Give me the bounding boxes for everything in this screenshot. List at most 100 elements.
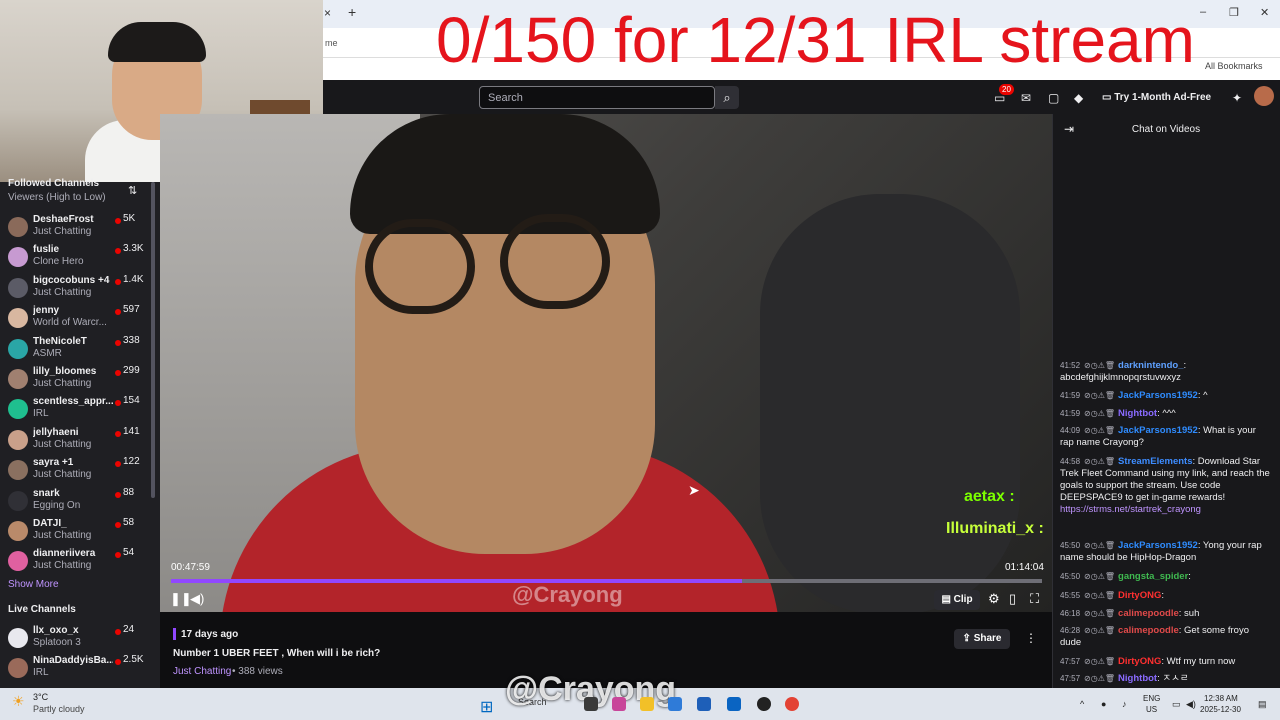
channel-item[interactable]: bigcocobuns +4 Just Chatting 1.4K <box>0 273 160 303</box>
chat-username[interactable]: gangsta_spider <box>1118 571 1188 582</box>
mod-actions-icon[interactable]: ⊘◷⚠🗑 <box>1084 657 1115 666</box>
chat-username[interactable]: calimepoodle <box>1118 625 1179 636</box>
weather-icon[interactable]: ☀ <box>12 693 25 710</box>
channel-item[interactable]: DATJI_ Just Chatting 58 <box>0 516 160 546</box>
whispers-icon[interactable]: ▢ <box>1048 91 1059 105</box>
speaker-icon[interactable]: ◀) <box>1186 699 1196 710</box>
chat-username[interactable]: DirtyONG <box>1118 656 1161 667</box>
obs-icon[interactable] <box>757 697 771 711</box>
store-icon[interactable] <box>697 697 711 711</box>
microphone-icon[interactable]: ♪ <box>1122 699 1127 709</box>
chat-username[interactable]: JackParsons1952 <box>1118 540 1198 551</box>
channel-item[interactable]: snark Egging On 88 <box>0 486 160 516</box>
more-options-icon[interactable]: ⋮ <box>1025 631 1037 645</box>
mod-actions-icon[interactable]: ⊘◷⚠🗑 <box>1084 457 1115 466</box>
file-explorer-icon[interactable] <box>640 697 654 711</box>
mod-actions-icon[interactable]: ⊘◷⚠🗑 <box>1084 391 1115 400</box>
clock-time[interactable]: 12:38 AM <box>1204 694 1238 703</box>
chat-username[interactable]: JackParsons1952 <box>1118 390 1198 401</box>
search-button[interactable]: ⌕ <box>715 86 739 109</box>
sidebar-scrollbar[interactable] <box>151 182 155 498</box>
all-bookmarks-link[interactable]: All Bookmarks <box>1205 61 1263 71</box>
channel-item[interactable]: NinaDaddyisBa... IRL 2.5K <box>0 653 160 683</box>
channel-item[interactable]: sayra +1 Just Chatting 122 <box>0 455 160 485</box>
new-tab-button[interactable]: + <box>348 4 356 20</box>
clip-button[interactable]: ▤ Clip <box>934 590 980 610</box>
settings-gear-icon[interactable]: ⚙ <box>988 591 1000 607</box>
search-input[interactable]: Search <box>479 86 715 109</box>
chat-username[interactable]: Nightbot <box>1118 673 1157 684</box>
window-minimize-button[interactable]: – <box>1200 6 1206 18</box>
channel-item[interactable]: lilly_bloomes Just Chatting 299 <box>0 364 160 394</box>
inbox-icon[interactable]: ✉ <box>1021 91 1031 105</box>
mod-actions-icon[interactable]: ⊘◷⚠🗑 <box>1084 541 1115 550</box>
pause-icon[interactable]: ❚❚ <box>170 591 192 607</box>
seek-progress <box>171 579 742 583</box>
channel-item[interactable]: jenny World of Warcr... 597 <box>0 303 160 333</box>
fullscreen-icon[interactable]: ⛶ <box>1030 591 1039 607</box>
share-label: Share <box>973 633 1002 644</box>
outlook-icon[interactable] <box>727 697 741 711</box>
channel-item[interactable]: jellyhaeni Just Chatting 141 <box>0 425 160 455</box>
window-close-button[interactable]: ✕ <box>1260 6 1269 19</box>
chrome-icon[interactable] <box>785 697 799 711</box>
mod-actions-icon[interactable]: ⊘◷⚠🗑 <box>1084 674 1115 683</box>
edge-icon[interactable] <box>668 697 682 711</box>
chat-username[interactable]: calimepoodle <box>1118 608 1179 619</box>
volume-icon[interactable]: ◀) <box>190 591 204 607</box>
channel-game: Splatoon 3 <box>33 637 81 648</box>
video-player[interactable]: aetax : Illuminati_x : ➤ <box>160 114 1052 612</box>
chat-link[interactable]: https://strms.net/startrek_crayong <box>1060 504 1201 515</box>
mod-actions-icon[interactable]: ⊘◷⚠🗑 <box>1084 361 1115 370</box>
channel-item[interactable]: dianneriivera Just Chatting 54 <box>0 546 160 576</box>
windows-start-icon[interactable]: ⊞ <box>480 697 493 717</box>
channel-item[interactable]: llx_oxo_x Splatoon 3 24 <box>0 623 160 653</box>
turbo-icon[interactable]: ✦ <box>1232 91 1242 105</box>
chat-username[interactable]: DirtyONG <box>1118 590 1161 601</box>
channel-game: Just Chatting <box>33 438 92 450</box>
window-restore-button[interactable]: ❐ <box>1229 6 1239 19</box>
tray-app-icon[interactable]: ● <box>1101 699 1106 709</box>
theatre-mode-icon[interactable]: ▯ <box>1009 591 1016 607</box>
channel-item[interactable]: scentless_appr... IRL 154 <box>0 394 160 424</box>
chat-username[interactable]: JackParsons1952 <box>1118 425 1198 436</box>
mod-actions-icon[interactable]: ⊘◷⚠🗑 <box>1084 409 1115 418</box>
share-button[interactable]: ⇪ Share <box>954 629 1010 649</box>
chat-username[interactable]: StreamElements <box>1118 456 1192 467</box>
mod-actions-icon[interactable]: ⊘◷⚠🗑 <box>1084 609 1115 618</box>
channel-game: Just Chatting <box>33 530 92 541</box>
copilot-icon[interactable] <box>612 697 626 711</box>
network-icon[interactable]: ▭ <box>1172 699 1181 710</box>
mod-actions-icon[interactable]: ⊘◷⚠🗑 <box>1084 591 1115 600</box>
channel-game: ASMR <box>33 347 62 359</box>
channel-item[interactable]: fuslie Clone Hero 3.3K <box>0 242 160 272</box>
tab-close-button[interactable]: × <box>324 6 331 20</box>
sort-icon[interactable]: ⇅ <box>128 184 137 197</box>
channel-viewers: 154 <box>123 395 140 407</box>
tray-chevron-icon[interactable]: ^ <box>1080 699 1084 709</box>
chat-username[interactable]: Nightbot <box>1118 408 1157 419</box>
taskview-icon[interactable] <box>584 697 598 711</box>
mod-actions-icon[interactable]: ⊘◷⚠🗑 <box>1084 572 1115 581</box>
clock-date[interactable]: 2025-12-30 <box>1200 705 1241 714</box>
user-avatar[interactable] <box>1254 86 1274 106</box>
notification-center-icon[interactable]: ▤ <box>1258 699 1267 710</box>
channel-viewers: 3.3K <box>123 243 144 255</box>
chat-username[interactable]: darknintendo_ <box>1118 360 1183 371</box>
channel-item[interactable]: DeshaeFrost Just Chatting 5K <box>0 212 160 242</box>
input-region[interactable]: US <box>1146 705 1157 714</box>
channel-name: fuslie <box>33 244 60 256</box>
live-dot <box>115 552 121 559</box>
channel-viewers: 1.4K <box>123 273 144 285</box>
channel-item[interactable]: TheNicoleT ASMR 338 <box>0 334 160 364</box>
bits-icon[interactable]: ◆ <box>1074 91 1083 105</box>
input-language[interactable]: ENG <box>1143 694 1160 703</box>
mod-actions-icon[interactable]: ⊘◷⚠🗑 <box>1084 626 1115 635</box>
live-dot <box>115 370 121 376</box>
show-more-link[interactable]: Show More <box>8 579 59 590</box>
glasses-right-lens <box>500 214 610 309</box>
chat-text: suh <box>1184 608 1200 619</box>
video-category-link[interactable]: Just Chatting <box>173 666 231 677</box>
mod-actions-icon[interactable]: ⊘◷⚠🗑 <box>1084 426 1115 435</box>
ad-free-button[interactable]: ▭ Try 1-Month Ad-Free <box>1102 88 1211 108</box>
